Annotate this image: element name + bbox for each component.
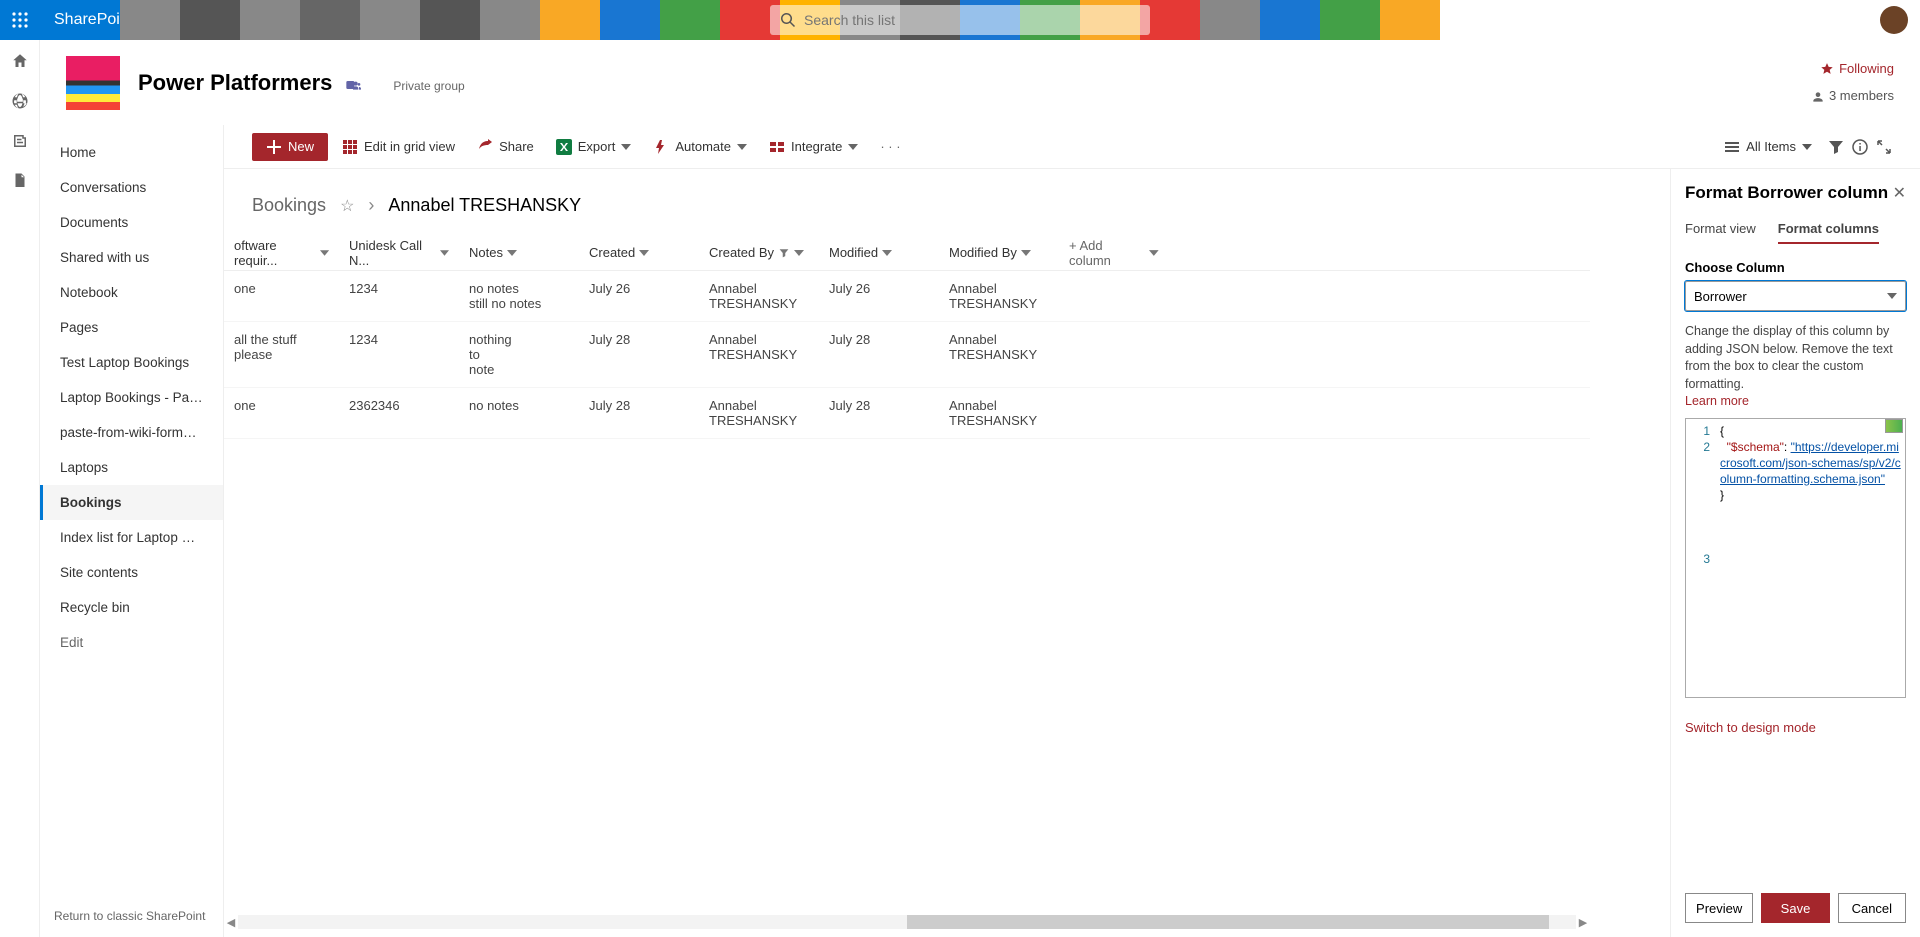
help-icon[interactable] (1832, 0, 1872, 40)
settings-icon[interactable] (1790, 0, 1830, 40)
cell: July 28 (579, 398, 699, 413)
cell: Annabel TRESHANSKY (939, 281, 1059, 311)
cell: all the stuff please (224, 332, 339, 362)
table-row[interactable]: one2362346no notesJuly 28Annabel TRESHAN… (224, 388, 1590, 439)
search-icon (780, 12, 796, 28)
nav-item[interactable]: Shared with us (40, 240, 223, 275)
add-column[interactable]: + Add column (1059, 238, 1169, 268)
breadcrumb-leaf: Annabel TRESHANSKY (388, 195, 581, 216)
column-header[interactable]: oftware requir... (224, 238, 339, 268)
cell: Annabel TRESHANSKY (699, 398, 819, 428)
column-header[interactable]: Modified (819, 245, 939, 260)
breadcrumb-root[interactable]: Bookings (252, 195, 326, 216)
search-box[interactable] (770, 5, 1150, 35)
filter-icon[interactable] (1828, 139, 1844, 155)
nav-item[interactable]: Home (40, 135, 223, 170)
tab-format-columns[interactable]: Format columns (1778, 221, 1879, 244)
nav-item[interactable]: Test Laptop Bookings (40, 345, 223, 380)
cell: July 26 (819, 281, 939, 296)
cancel-button[interactable]: Cancel (1838, 893, 1906, 923)
search-input[interactable] (804, 12, 1140, 28)
info-icon[interactable] (1852, 139, 1868, 155)
nav-item[interactable]: Conversations (40, 170, 223, 205)
cell: July 28 (819, 332, 939, 347)
globe-icon[interactable] (11, 92, 29, 110)
expand-icon[interactable] (1876, 139, 1892, 155)
nav-item[interactable]: Laptop Bookings - Paste f... (40, 380, 223, 415)
megaphone-icon[interactable] (1748, 0, 1788, 40)
nav-item[interactable]: Index list for Laptop Book... (40, 520, 223, 555)
cell: 1234 (339, 281, 459, 296)
news-icon[interactable] (11, 132, 29, 150)
cell: no notes still no notes (459, 281, 579, 311)
automate-button[interactable]: Automate (645, 133, 755, 161)
cell: July 26 (579, 281, 699, 296)
user-avatar[interactable] (1880, 6, 1908, 34)
save-button[interactable]: Save (1761, 893, 1829, 923)
home-icon[interactable] (11, 52, 29, 70)
panel-description: Change the display of this column by add… (1685, 323, 1906, 393)
more-button[interactable]: · · · (872, 133, 908, 160)
teams-icon[interactable] (345, 77, 361, 93)
app-launcher-icon[interactable] (0, 0, 40, 40)
column-select[interactable]: Borrower (1685, 281, 1906, 311)
view-selector[interactable]: All Items (1716, 133, 1820, 161)
cell: Annabel TRESHANSKY (939, 398, 1059, 428)
classic-link[interactable]: Return to classic SharePoint (54, 909, 205, 923)
integrate-button[interactable]: Integrate (761, 133, 866, 161)
paste-badge-icon (1885, 419, 1903, 433)
share-button[interactable]: Share (469, 133, 542, 161)
group-type: Private group (393, 79, 464, 93)
nav-item[interactable]: Notebook (40, 275, 223, 310)
nav-item[interactable]: Bookings (40, 485, 223, 520)
favorite-star-icon[interactable]: ☆ (340, 196, 354, 216)
table-row[interactable]: all the stuff please1234nothing to noteJ… (224, 322, 1590, 388)
cell: July 28 (819, 398, 939, 413)
column-header[interactable]: Modified By (939, 245, 1059, 260)
follow-button[interactable]: Following (1811, 61, 1894, 76)
nav-item[interactable]: Laptops (40, 450, 223, 485)
nav-edit[interactable]: Edit (40, 625, 223, 660)
column-header[interactable]: Notes (459, 245, 579, 260)
site-title[interactable]: Power Platformers (138, 70, 332, 95)
nav-item[interactable]: Documents (40, 205, 223, 240)
column-header[interactable]: Unidesk Call N... (339, 238, 459, 268)
cell: Annabel TRESHANSKY (939, 332, 1059, 362)
learn-more-link[interactable]: Learn more (1685, 394, 1906, 408)
json-editor[interactable]: 123 { "$schema": "https://developer.micr… (1685, 418, 1906, 698)
cell: Annabel TRESHANSKY (699, 281, 819, 311)
export-button[interactable]: Export (548, 133, 640, 161)
column-header[interactable]: Created By (699, 245, 819, 260)
cell: one (224, 281, 339, 296)
nav-item[interactable]: paste-from-wiki-formatte... (40, 415, 223, 450)
nav-item[interactable]: Pages (40, 310, 223, 345)
choose-column-label: Choose Column (1685, 260, 1906, 275)
cell: no notes (459, 398, 579, 413)
column-header[interactable]: Created (579, 245, 699, 260)
new-button[interactable]: New (252, 133, 328, 161)
horizontal-scrollbar[interactable]: ◀▶ (224, 913, 1590, 931)
table-row[interactable]: one1234no notes still no notesJuly 26Ann… (224, 271, 1590, 322)
files-icon[interactable] (11, 172, 29, 190)
cell: one (224, 398, 339, 413)
nav-item[interactable]: Site contents (40, 555, 223, 590)
site-logo[interactable] (66, 56, 120, 110)
panel-title: Format Borrower column (1685, 183, 1888, 203)
cell: 1234 (339, 332, 459, 347)
chevron-down-icon (1887, 293, 1897, 299)
cell: 2362346 (339, 398, 459, 413)
tab-format-view[interactable]: Format view (1685, 221, 1756, 244)
members-count[interactable]: 3 members (1811, 88, 1894, 104)
cell: July 28 (579, 332, 699, 347)
cell: Annabel TRESHANSKY (699, 332, 819, 362)
preview-button[interactable]: Preview (1685, 893, 1753, 923)
edit-grid-button[interactable]: Edit in grid view (334, 133, 463, 161)
chevron-right-icon: › (368, 195, 374, 216)
close-icon[interactable]: ✕ (1893, 183, 1906, 203)
switch-design-mode-link[interactable]: Switch to design mode (1685, 720, 1906, 735)
cell: nothing to note (459, 332, 579, 377)
nav-item[interactable]: Recycle bin (40, 590, 223, 625)
